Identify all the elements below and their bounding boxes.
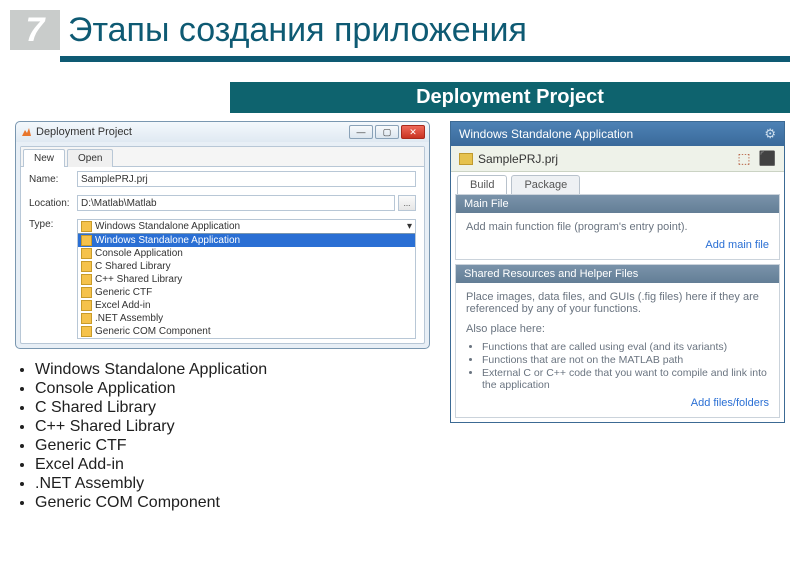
helper-item: External C or C++ code that you want to …: [482, 367, 769, 391]
option-label: C Shared Library: [95, 261, 171, 272]
type-option[interactable]: Excel Add-in: [78, 299, 415, 312]
list-item: C Shared Library: [35, 399, 430, 417]
list-item: Generic CTF: [35, 437, 430, 455]
list-item: C++ Shared Library: [35, 418, 430, 436]
list-item: Console Application: [35, 380, 430, 398]
name-field[interactable]: SamplePRJ.prj: [77, 171, 416, 187]
app-icon: [81, 221, 92, 232]
tab-build[interactable]: Build: [457, 175, 507, 194]
main-file-text: Add main function file (program's entry …: [466, 221, 769, 233]
option-icon: [81, 274, 92, 285]
page-number: 7: [10, 10, 60, 50]
option-label: C++ Shared Library: [95, 274, 182, 285]
option-icon: [81, 313, 92, 324]
option-icon: [81, 261, 92, 272]
type-option[interactable]: Windows Standalone Application: [78, 234, 415, 247]
option-label: Generic CTF: [95, 287, 152, 298]
option-label: .NET Assembly: [95, 313, 163, 324]
browse-button[interactable]: ...: [398, 195, 416, 211]
tab-new[interactable]: New: [23, 149, 65, 167]
matlab-icon: [20, 126, 32, 138]
helper-item: Functions that are called using eval (an…: [482, 341, 769, 353]
type-option[interactable]: .NET Assembly: [78, 312, 415, 325]
tab-package[interactable]: Package: [511, 175, 580, 194]
type-selected: Windows Standalone Application: [95, 221, 240, 232]
close-button[interactable]: ✕: [401, 125, 425, 139]
also-place-here: Also place here:: [466, 323, 769, 335]
deployment-project-dialog: Deployment Project — ▢ ✕ New Open Name: …: [15, 121, 430, 349]
option-label: Windows Standalone Application: [95, 235, 240, 246]
list-item: Windows Standalone Application: [35, 361, 430, 379]
name-label: Name:: [29, 174, 77, 185]
add-files-link[interactable]: Add files/folders: [466, 397, 769, 409]
maximize-button[interactable]: ▢: [375, 125, 399, 139]
type-option[interactable]: Generic COM Component: [78, 325, 415, 338]
location-label: Location:: [29, 198, 77, 209]
option-icon: [81, 287, 92, 298]
list-item: Generic COM Component: [35, 494, 430, 512]
title-underline: [60, 56, 790, 62]
type-option[interactable]: C++ Shared Library: [78, 273, 415, 286]
shared-resources-text: Place images, data files, and GUIs (.fig…: [466, 291, 769, 315]
minimize-button[interactable]: —: [349, 125, 373, 139]
helper-item: Functions that are not on the MATLAB pat…: [482, 354, 769, 366]
type-option[interactable]: C Shared Library: [78, 260, 415, 273]
option-icon: [81, 235, 92, 246]
standalone-app-panel: Windows Standalone Application ⚙ SampleP…: [450, 121, 785, 423]
chevron-down-icon: ▾: [407, 221, 412, 232]
type-label: Type:: [29, 219, 77, 230]
package-icon[interactable]: ⬚: [737, 150, 750, 167]
option-label: Generic COM Component: [95, 326, 211, 337]
type-dropdown[interactable]: Windows Standalone Application ▾ Windows…: [77, 219, 416, 339]
add-main-file-link[interactable]: Add main file: [466, 239, 769, 251]
option-label: Console Application: [95, 248, 183, 259]
list-item: .NET Assembly: [35, 475, 430, 493]
type-option[interactable]: Generic CTF: [78, 286, 415, 299]
option-icon: [81, 248, 92, 259]
option-label: Excel Add-in: [95, 300, 151, 311]
page-title: Этапы создания приложения: [68, 11, 527, 50]
location-field[interactable]: D:\Matlab\Matlab: [77, 195, 395, 211]
type-option[interactable]: Console Application: [78, 247, 415, 260]
list-item: Excel Add-in: [35, 456, 430, 474]
tab-open[interactable]: Open: [67, 149, 113, 167]
gear-icon[interactable]: ⚙: [764, 126, 776, 142]
project-file-name: SamplePRJ.prj: [478, 152, 558, 166]
application-types-list: Windows Standalone ApplicationConsole Ap…: [15, 361, 430, 512]
dialog-title: Deployment Project: [36, 126, 349, 138]
shared-resources-header: Shared Resources and Helper Files: [456, 265, 779, 283]
build-icon[interactable]: ⬛: [759, 150, 776, 167]
option-icon: [81, 300, 92, 311]
main-file-header: Main File: [456, 195, 779, 213]
banner-heading: Deployment Project: [230, 82, 790, 113]
folder-icon: [459, 153, 473, 165]
app-window-title: Windows Standalone Application: [459, 127, 633, 141]
option-icon: [81, 326, 92, 337]
